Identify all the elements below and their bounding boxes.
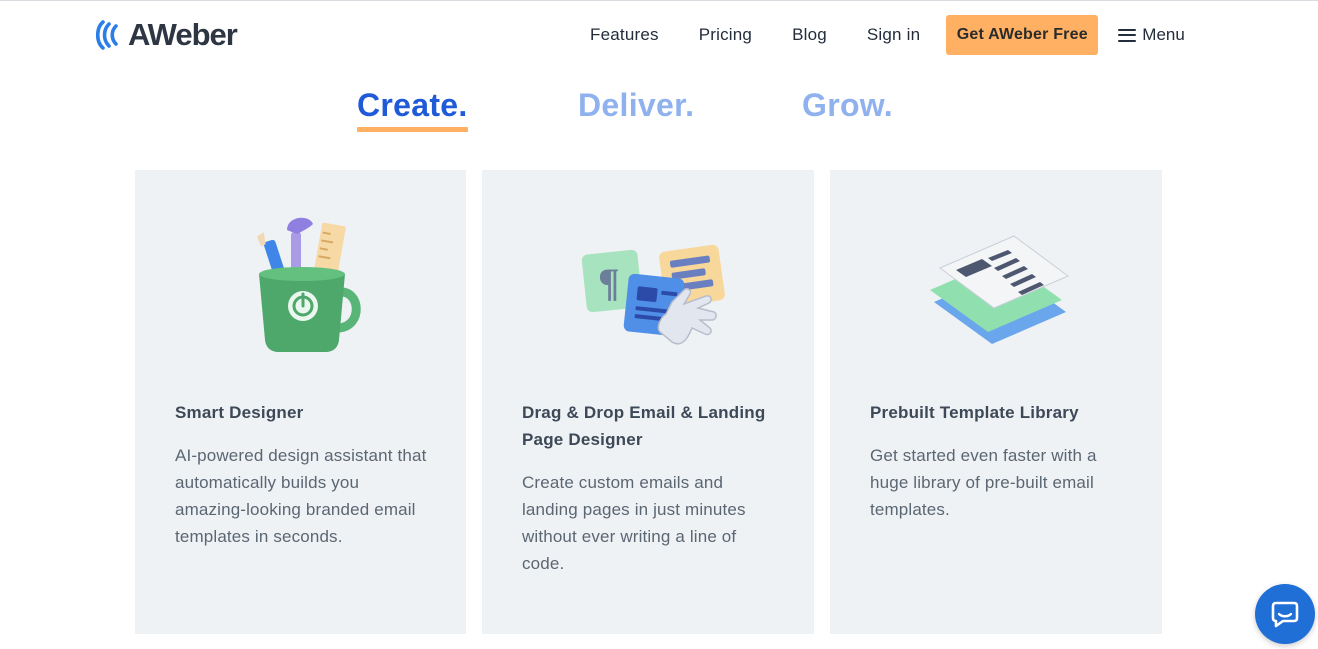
feature-cards: Smart Designer AI-powered design assista… bbox=[135, 170, 1162, 634]
tab-grow-label: Grow. bbox=[802, 87, 893, 123]
feature-card-drag-drop-designer: ¶ Drag & Drop Email & Landing Page Desig… bbox=[482, 170, 814, 634]
aweber-logo[interactable]: AWeber bbox=[94, 17, 238, 52]
mug-with-tools-icon bbox=[256, 217, 361, 352]
chat-bubble-icon bbox=[1271, 601, 1299, 628]
active-tab-underline bbox=[357, 127, 468, 132]
drag-drop-blocks-icon: ¶ bbox=[581, 244, 725, 345]
nav-link-pricing[interactable]: Pricing bbox=[699, 25, 752, 45]
tab-create-label: Create. bbox=[357, 87, 468, 123]
menu-label: Menu bbox=[1142, 25, 1185, 44]
nav-link-sign-in[interactable]: Sign in bbox=[867, 25, 920, 45]
card-title: Drag & Drop Email & Landing Page Designe… bbox=[522, 403, 766, 449]
menu-button[interactable]: Menu bbox=[1118, 25, 1185, 45]
feature-card-smart-designer: Smart Designer AI-powered design assista… bbox=[135, 170, 466, 634]
card-description: AI-powered design assistant that automat… bbox=[175, 446, 427, 546]
aweber-logo-text: AWeber bbox=[128, 17, 238, 52]
chat-widget-button[interactable] bbox=[1255, 584, 1315, 644]
main-nav: Features Pricing Blog Sign in Get AWeber… bbox=[590, 15, 1185, 55]
nav-link-blog[interactable]: Blog bbox=[792, 25, 827, 45]
tab-grow[interactable]: Grow. bbox=[802, 85, 893, 125]
feature-tabs: Create. Deliver. Grow. bbox=[0, 85, 1318, 137]
tab-create[interactable]: Create. bbox=[357, 85, 468, 132]
card-description: Get started even faster with a huge libr… bbox=[870, 446, 1097, 519]
card-description: Create custom emails and landing pages i… bbox=[522, 473, 746, 573]
get-aweber-free-button[interactable]: Get AWeber Free bbox=[946, 15, 1099, 55]
template-stack-icon bbox=[930, 235, 1069, 344]
tab-deliver-label: Deliver. bbox=[578, 87, 695, 123]
svg-text:¶: ¶ bbox=[598, 260, 620, 305]
aweber-logo-mark-icon bbox=[95, 20, 118, 50]
hamburger-menu-icon bbox=[1118, 28, 1137, 42]
card-title: Prebuilt Template Library bbox=[870, 403, 1079, 422]
card-title: Smart Designer bbox=[175, 403, 304, 422]
site-header: AWeber Features Pricing Blog Sign in Get… bbox=[0, 1, 1318, 69]
tab-deliver[interactable]: Deliver. bbox=[578, 85, 694, 125]
feature-card-template-library: Prebuilt Template Library Get started ev… bbox=[830, 170, 1162, 634]
nav-link-features[interactable]: Features bbox=[590, 25, 659, 45]
